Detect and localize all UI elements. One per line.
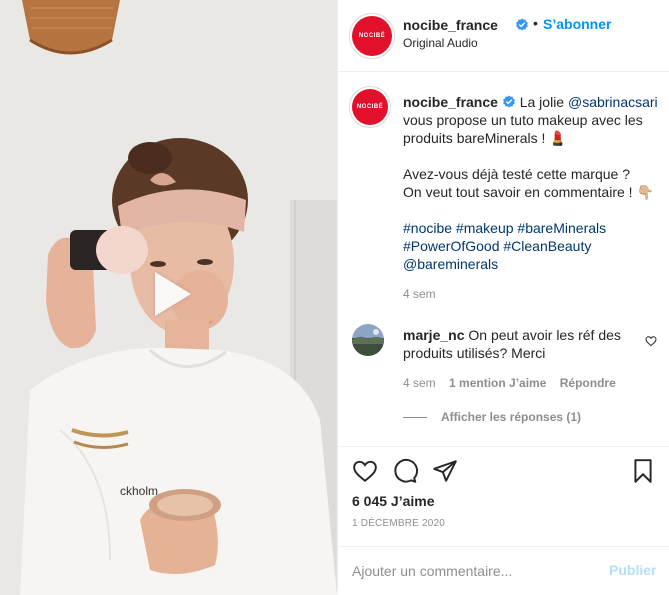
follow-button[interactable]: S’abonner bbox=[543, 16, 611, 32]
audio-label[interactable]: Original Audio bbox=[403, 36, 478, 50]
view-replies-button[interactable]: Afficher les réponses (1) bbox=[403, 408, 643, 426]
comment-age[interactable]: 4 sem bbox=[403, 376, 436, 390]
caption-text: nocibe_france La jolie @sabrinacsari vou… bbox=[403, 93, 668, 303]
actions-divider bbox=[338, 446, 669, 447]
comment-bubble-icon[interactable] bbox=[392, 458, 418, 484]
comment-line-1: marje_nc On peut avoir les réf des bbox=[403, 326, 643, 344]
comment-likes[interactable]: 1 mention J’aime bbox=[449, 376, 546, 390]
likes-count[interactable]: 6 045 J’aime bbox=[352, 493, 435, 509]
caption-line-3: produits bareMinerals ! 💄 bbox=[403, 130, 567, 146]
comment-composer: Publier bbox=[338, 546, 669, 595]
commenter-username[interactable]: marje_nc bbox=[403, 327, 464, 343]
avatar-logo-text: NOCIBÉ bbox=[358, 33, 386, 39]
post-date[interactable]: 1 DÉCEMBRE 2020 bbox=[352, 518, 445, 529]
svg-text:ckholm: ckholm bbox=[120, 484, 158, 498]
comment-body: marje_nc On peut avoir les réf des produ… bbox=[403, 326, 643, 426]
account-avatar[interactable]: NOCIBÉ bbox=[349, 13, 395, 59]
commenter-avatar-image bbox=[352, 324, 384, 356]
view-replies-label: Afficher les réponses (1) bbox=[441, 410, 582, 424]
comment-like-heart-icon[interactable] bbox=[645, 335, 657, 347]
save-bookmark-icon[interactable] bbox=[630, 458, 656, 484]
caption-line-1: nocibe_france La jolie @sabrinacsari bbox=[403, 93, 668, 111]
action-bar bbox=[352, 458, 657, 486]
mention-link-brand[interactable]: @bareminerals bbox=[403, 255, 668, 273]
verified-badge-icon bbox=[516, 18, 528, 31]
replies-line bbox=[403, 417, 427, 419]
hashtags-line-2[interactable]: #PowerOfGood #CleanBeauty bbox=[403, 237, 668, 255]
verified-badge-icon bbox=[502, 95, 515, 108]
caption-age[interactable]: 4 sem bbox=[403, 285, 668, 303]
caption-avatar[interactable]: NOCIBÉ bbox=[349, 86, 391, 128]
comment-meta: 4 sem 1 mention J’aime Répondre bbox=[403, 374, 643, 392]
play-button[interactable] bbox=[134, 259, 204, 329]
caption-line-2: vous propose un tuto makeup avec les bbox=[403, 112, 643, 128]
hashtags-line-1[interactable]: #nocibe #makeup #bareMinerals bbox=[403, 219, 668, 237]
publish-button[interactable]: Publier bbox=[609, 562, 656, 578]
caption-intro: La jolie bbox=[519, 94, 565, 110]
like-heart-icon[interactable] bbox=[352, 458, 378, 484]
account-username[interactable]: nocibe_france bbox=[403, 17, 498, 33]
post-video[interactable]: ckholm bbox=[0, 0, 337, 595]
comment-text-1: On peut avoir les réf des bbox=[468, 327, 621, 343]
avatar-logo-text: NOCIBÉ bbox=[356, 104, 384, 110]
comment-input[interactable] bbox=[352, 559, 592, 583]
mention-link[interactable]: @sabrinacsari bbox=[568, 94, 658, 110]
header-divider bbox=[338, 71, 669, 72]
comment-text-2: produits utilisés? Merci bbox=[403, 345, 546, 361]
separator-dot: • bbox=[533, 15, 538, 31]
post-header: NOCIBÉ nocibe_france • S’abonner Origina… bbox=[349, 12, 657, 59]
caption-line-4: Avez-vous déjà testé cette marque ? bbox=[403, 166, 630, 182]
post-details-panel: NOCIBÉ nocibe_france • S’abonner Origina… bbox=[337, 0, 669, 595]
caption-username[interactable]: nocibe_france bbox=[403, 94, 498, 110]
reply-button[interactable]: Répondre bbox=[560, 376, 616, 390]
play-icon bbox=[155, 272, 191, 316]
caption-line-5: On veut tout savoir en commentaire ! 👇🏼 bbox=[403, 184, 654, 200]
share-send-icon[interactable] bbox=[432, 458, 458, 484]
commenter-avatar[interactable] bbox=[352, 324, 384, 356]
